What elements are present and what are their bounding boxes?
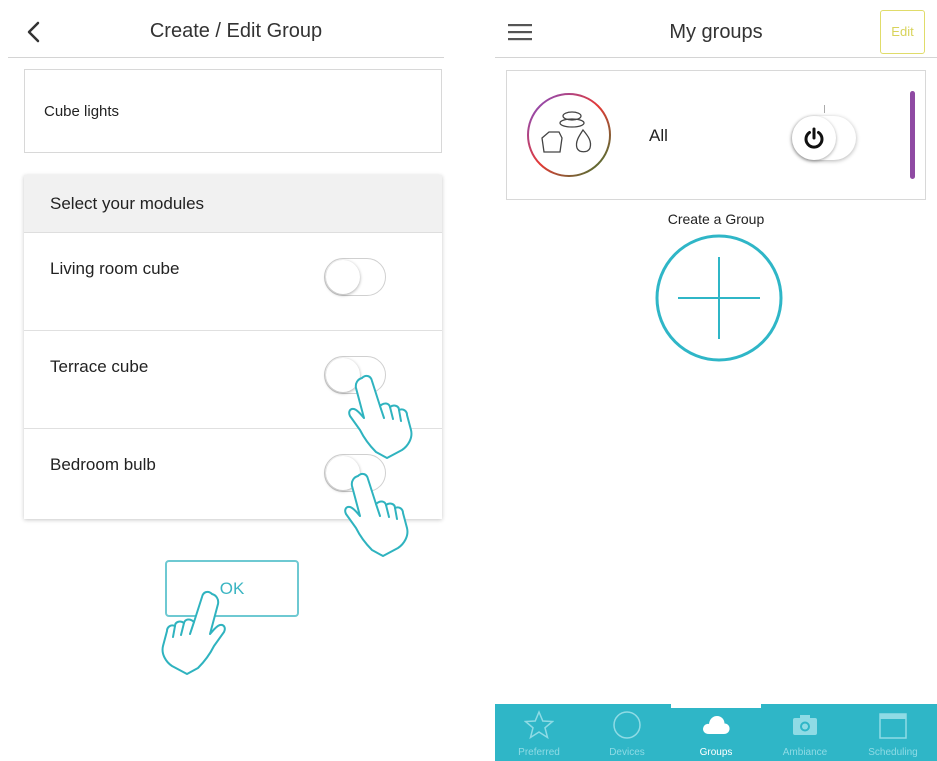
tab-label: Devices [609, 747, 645, 758]
toggle-tick [824, 105, 825, 113]
group-name-value[interactable]: Cube lights [44, 103, 119, 120]
tab-preferred[interactable]: Preferred [495, 704, 583, 761]
module-row[interactable]: Living room cube [24, 233, 442, 331]
group-color-bar [910, 91, 915, 179]
tap-hand-icon [348, 374, 413, 459]
create-edit-group-screen: Create / Edit Group Cube lights Select y… [0, 0, 460, 761]
page-title: My groups [669, 21, 763, 43]
star-icon [524, 710, 554, 740]
my-groups-screen: My groups Edit All Create a Group Prefer… [495, 0, 937, 761]
group-name: All [649, 126, 668, 145]
tab-label: Scheduling [868, 747, 918, 758]
tab-ambiance[interactable]: Ambiance [761, 704, 849, 761]
edit-button[interactable]: Edit [880, 10, 925, 54]
group-name-field[interactable]: Cube lights [24, 69, 442, 153]
modules-title: Select your modules [50, 194, 205, 213]
modules-header: Select your modules [24, 175, 442, 233]
app-header: Create / Edit Group [8, 6, 444, 58]
tap-hand-icon [161, 590, 226, 675]
module-label: Living room cube [50, 259, 180, 278]
edit-label: Edit [891, 24, 914, 39]
tab-groups[interactable]: Groups [672, 704, 760, 761]
toggle-knob [326, 260, 360, 294]
tab-label: Ambiance [782, 747, 828, 758]
tab-scheduling[interactable]: Scheduling [849, 704, 937, 761]
toggle-knob [792, 116, 836, 160]
module-label: Bedroom bulb [50, 455, 156, 474]
group-card[interactable]: All [506, 70, 926, 200]
cloud-icon [703, 716, 730, 734]
calendar-icon [879, 713, 907, 739]
module-label: Terrace cube [50, 357, 149, 376]
group-lamps-icon [527, 93, 611, 177]
tab-label: Preferred [518, 747, 560, 758]
create-group-label: Create a Group [667, 211, 765, 227]
power-icon [804, 127, 824, 149]
app-header: My groups Edit [495, 6, 937, 58]
tab-devices[interactable]: Devices [583, 704, 671, 761]
circle-icon [613, 711, 641, 739]
modules-card: Select your modules Living room cube Ter… [24, 175, 442, 519]
module-toggle[interactable] [324, 258, 386, 296]
tap-hand-icon [344, 472, 409, 557]
page-title: Create / Edit Group [149, 20, 323, 42]
power-toggle[interactable] [792, 116, 856, 160]
camera-icon [793, 715, 817, 735]
tab-label: Groups [699, 747, 733, 758]
plus-circle-icon[interactable] [654, 233, 784, 363]
